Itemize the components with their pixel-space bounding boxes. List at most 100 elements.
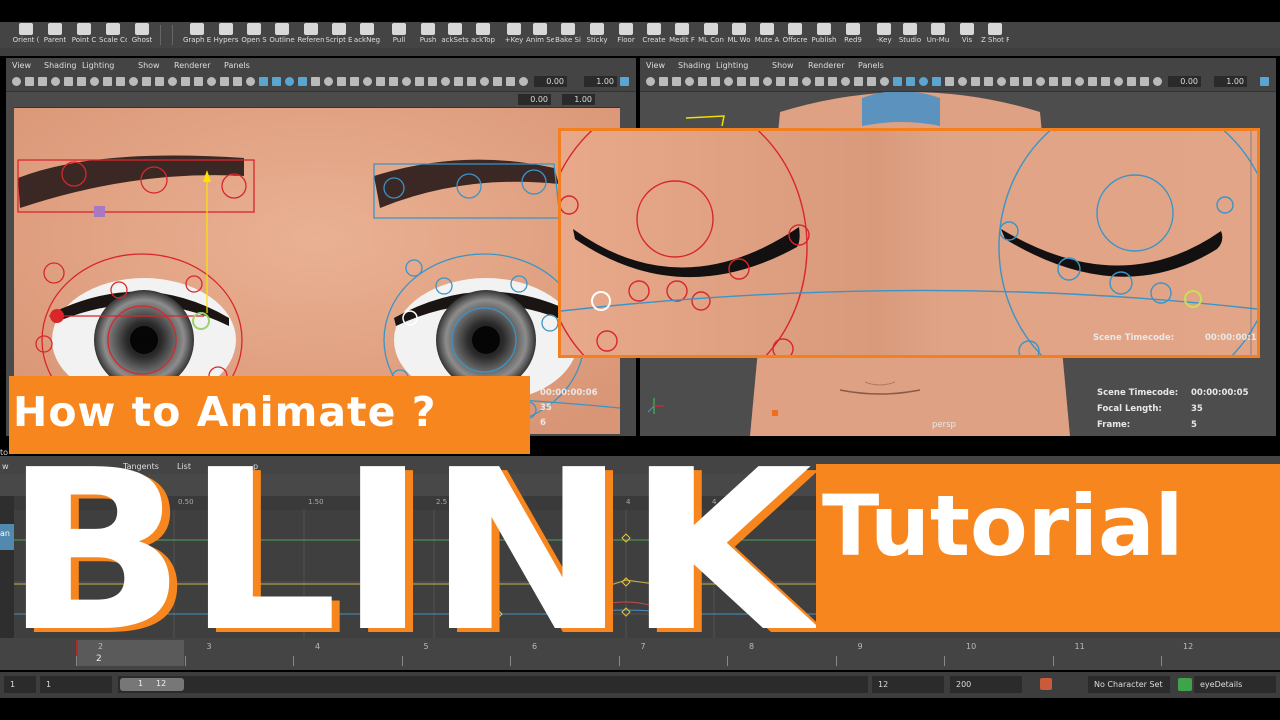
viewport-tool-icon[interactable] (672, 77, 681, 86)
viewport-tool-icon[interactable] (142, 77, 151, 86)
viewport-tool-icon[interactable] (867, 77, 876, 86)
shelf-button[interactable]: Mute A (753, 23, 781, 47)
viewport-tool-icon[interactable] (285, 77, 294, 86)
viewport-tool-icon[interactable] (1010, 77, 1019, 86)
shelf-button[interactable]: Open S (240, 23, 268, 47)
viewport-tool-icon[interactable] (685, 77, 694, 86)
shelf-button[interactable]: Scale Co (99, 23, 127, 47)
viewport-tool-icon[interactable] (246, 77, 255, 86)
viewport-tool-icon[interactable] (311, 77, 320, 86)
viewport-tool-icon[interactable] (194, 77, 203, 86)
viewport-tool-icon[interactable] (828, 77, 837, 86)
viewport-tool-icon[interactable] (1088, 77, 1097, 86)
viewport-tool-icon[interactable] (893, 77, 902, 86)
viewport-tool-icon[interactable] (155, 77, 164, 86)
right-exposure-field[interactable]: 0.00 (1168, 76, 1201, 87)
shelf-button[interactable]: Parent (41, 23, 69, 47)
viewport-tool-icon[interactable] (906, 77, 915, 86)
viewport-tool-icon[interactable] (945, 77, 954, 86)
range-slider[interactable]: 1 12 (118, 676, 868, 693)
viewport-tool-icon[interactable] (659, 77, 668, 86)
viewport-tool-icon[interactable] (763, 77, 772, 86)
viewport-tool-icon[interactable] (428, 77, 437, 86)
shelf-button[interactable]: ackSets (441, 23, 469, 47)
viewport-tool-icon[interactable] (1062, 77, 1071, 86)
viewport-hud-toggle-icon[interactable] (1260, 77, 1269, 86)
viewport-tool-icon[interactable] (815, 77, 824, 86)
viewport-tool-icon[interactable] (389, 77, 398, 86)
viewport-tool-icon[interactable] (646, 77, 655, 86)
viewport-menu-view[interactable]: View (646, 61, 665, 70)
left-gamma-field[interactable]: 1.00 (584, 76, 617, 87)
character-set-field[interactable]: No Character Set (1088, 676, 1170, 693)
viewport-tool-icon[interactable] (1153, 77, 1162, 86)
range-start-field[interactable]: 1 (40, 676, 112, 693)
viewport-tool-icon[interactable] (90, 77, 99, 86)
viewport-tool-icon[interactable] (402, 77, 411, 86)
viewport-tool-icon[interactable] (997, 77, 1006, 86)
viewport-tool-icon[interactable] (1127, 77, 1136, 86)
shelf-button[interactable]: Anim Se (526, 23, 554, 47)
viewport-tool-icon[interactable] (750, 77, 759, 86)
right-gamma-field[interactable]: 1.00 (1214, 76, 1247, 87)
viewport-tool-icon[interactable] (480, 77, 489, 86)
viewport-tool-icon[interactable] (181, 77, 190, 86)
viewport-tool-icon[interactable] (802, 77, 811, 86)
viewport-tool-icon[interactable] (493, 77, 502, 86)
viewport-menu-lighting[interactable]: Lighting (82, 61, 114, 70)
viewport-tool-icon[interactable] (51, 77, 60, 86)
viewport-tool-icon[interactable] (207, 77, 216, 86)
shelf-button[interactable]: Vis (953, 23, 981, 47)
shelf-button[interactable]: Referen (297, 23, 325, 47)
shelf-button[interactable]: Graph E (183, 23, 211, 47)
viewport-tool-icon[interactable] (363, 77, 372, 86)
viewport-tool-icon[interactable] (376, 77, 385, 86)
shelf-button[interactable]: +Key (500, 23, 528, 47)
auto-key-icon[interactable] (1040, 678, 1052, 690)
viewport-tool-icon[interactable] (984, 77, 993, 86)
shelf-button[interactable]: Hypers (212, 23, 240, 47)
anim-layer-field[interactable]: eyeDetails (1194, 676, 1276, 693)
viewport-menu-panels[interactable]: Panels (224, 61, 250, 70)
viewport-menu-renderer[interactable]: Renderer (808, 61, 845, 70)
viewport-tool-icon[interactable] (519, 77, 528, 86)
viewport-tool-icon[interactable] (1023, 77, 1032, 86)
left-sub-gamma-field[interactable]: 1.00 (562, 94, 595, 105)
viewport-tool-icon[interactable] (506, 77, 515, 86)
shelf-button[interactable]: Studio (896, 23, 924, 47)
viewport-tool-icon[interactable] (1075, 77, 1084, 86)
viewport-menu-show[interactable]: Show (138, 61, 160, 70)
viewport-tool-icon[interactable] (12, 77, 21, 86)
viewport-tool-icon[interactable] (415, 77, 424, 86)
shelf-button[interactable]: Create (640, 23, 668, 47)
viewport-tool-icon[interactable] (789, 77, 798, 86)
start-frame-field[interactable]: 1 (4, 676, 36, 693)
viewport-tool-icon[interactable] (737, 77, 746, 86)
viewport-tool-icon[interactable] (919, 77, 928, 86)
viewport-tool-icon[interactable] (1140, 77, 1149, 86)
viewport-tool-icon[interactable] (38, 77, 47, 86)
viewport-tool-icon[interactable] (841, 77, 850, 86)
viewport-tool-icon[interactable] (1101, 77, 1110, 86)
viewport-tool-icon[interactable] (350, 77, 359, 86)
viewport-menu-shading[interactable]: Shading (44, 61, 77, 70)
viewport-menu-view[interactable]: View (12, 61, 31, 70)
viewport-menu-show[interactable]: Show (772, 61, 794, 70)
shelf-button[interactable]: Z Shot F (981, 23, 1009, 47)
shelf-button[interactable]: ML Con (697, 23, 725, 47)
viewport-tool-icon[interactable] (129, 77, 138, 86)
anim-layer-icon[interactable] (1178, 678, 1192, 691)
viewport-tool-icon[interactable] (272, 77, 281, 86)
shelf-button[interactable]: Sticky (583, 23, 611, 47)
viewport-tool-icon[interactable] (454, 77, 463, 86)
viewport-tool-icon[interactable] (1049, 77, 1058, 86)
left-exposure-field[interactable]: 0.00 (534, 76, 567, 87)
range-slider-handle[interactable]: 1 12 (120, 678, 184, 691)
viewport-tool-icon[interactable] (116, 77, 125, 86)
left-sub-exposure-field[interactable]: 0.00 (518, 94, 551, 105)
viewport-tool-icon[interactable] (77, 77, 86, 86)
anim-end-field[interactable]: 200 (950, 676, 1022, 693)
viewport-tool-icon[interactable] (698, 77, 707, 86)
viewport-tool-icon[interactable] (880, 77, 889, 86)
viewport-tool-icon[interactable] (854, 77, 863, 86)
